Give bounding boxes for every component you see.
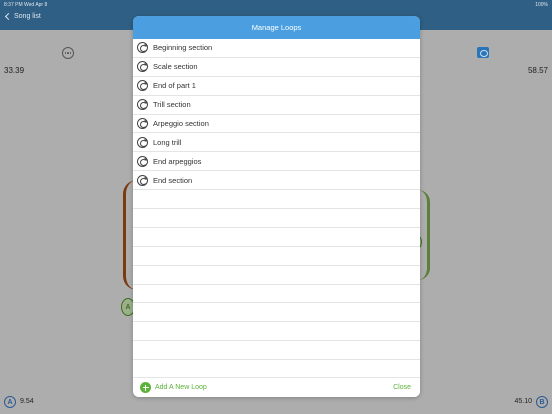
loop-label: End section: [153, 175, 193, 185]
status-time: 8:37 PM Wed Apr 8: [4, 2, 47, 8]
add-loop-button[interactable]: Add A New Loop: [140, 382, 207, 393]
loop-label: Scale section: [153, 62, 198, 72]
dialog-header: Manage Loops: [133, 16, 420, 39]
b-marker-button[interactable]: B: [536, 396, 548, 408]
status-bar: 8:37 PM Wed Apr 8 100%: [0, 0, 552, 10]
dialog-title: Manage Loops: [251, 23, 302, 32]
empty-row: [133, 209, 420, 228]
empty-row: [133, 247, 420, 266]
dialog-footer: Add A New Loop Close: [133, 377, 420, 397]
empty-row: [133, 341, 420, 361]
plus-circle-icon: [140, 382, 151, 393]
loop-row[interactable]: End arpeggios: [133, 152, 420, 172]
add-loop-label: Add A New Loop: [155, 384, 207, 391]
empty-row: [133, 190, 420, 210]
a-marker-button[interactable]: A: [4, 396, 16, 408]
loop-icon: [137, 61, 148, 73]
loop-icon: [137, 174, 148, 186]
more-options-icon[interactable]: [62, 47, 74, 59]
loop-label: Long trill: [153, 137, 182, 147]
loop-icon: [137, 118, 148, 129]
empty-row: [133, 303, 420, 323]
loop-icon: [137, 136, 148, 148]
a-marker-value: 9.54: [20, 398, 34, 405]
chevron-left-icon: [4, 12, 13, 21]
loop-row[interactable]: Beginning section: [133, 39, 420, 58]
b-marker-value: 45.10: [514, 398, 532, 405]
status-battery: 100%: [535, 2, 548, 8]
empty-row: [133, 266, 420, 285]
loop-label: Beginning section: [153, 43, 213, 53]
back-button[interactable]: Song list: [4, 12, 41, 21]
loop-icon: [137, 80, 148, 92]
loop-icon: [137, 42, 148, 54]
end-time: 58.57: [527, 66, 548, 75]
status-time-text: 8:37 PM: [4, 2, 23, 8]
loop-row[interactable]: End section: [133, 171, 420, 191]
manage-loops-dialog: Manage Loops Beginning section Scale sec…: [133, 16, 420, 397]
loop-label: Trill section: [153, 100, 191, 110]
close-button[interactable]: Close: [393, 384, 411, 391]
empty-row: [133, 322, 420, 342]
loop-calendar-icon[interactable]: [477, 47, 489, 58]
loop-row[interactable]: End of part 1: [133, 77, 420, 96]
loop-icon: [137, 99, 148, 111]
status-date-text: Wed Apr 8: [24, 2, 48, 8]
back-label: Song list: [14, 13, 41, 20]
loop-list: Beginning section Scale section End of p…: [133, 39, 420, 361]
empty-row: [133, 228, 420, 247]
loop-label: End of part 1: [153, 81, 196, 91]
loop-row[interactable]: Arpeggio section: [133, 115, 420, 134]
loop-row[interactable]: Trill section: [133, 96, 420, 115]
loop-row[interactable]: Scale section: [133, 58, 420, 77]
empty-row: [133, 285, 420, 304]
loop-label: End arpeggios: [153, 156, 202, 166]
loop-row[interactable]: Long trill: [133, 133, 420, 153]
start-time: 33.39: [4, 66, 25, 75]
loop-label: Arpeggio section: [153, 119, 209, 128]
loop-icon: [137, 155, 148, 167]
